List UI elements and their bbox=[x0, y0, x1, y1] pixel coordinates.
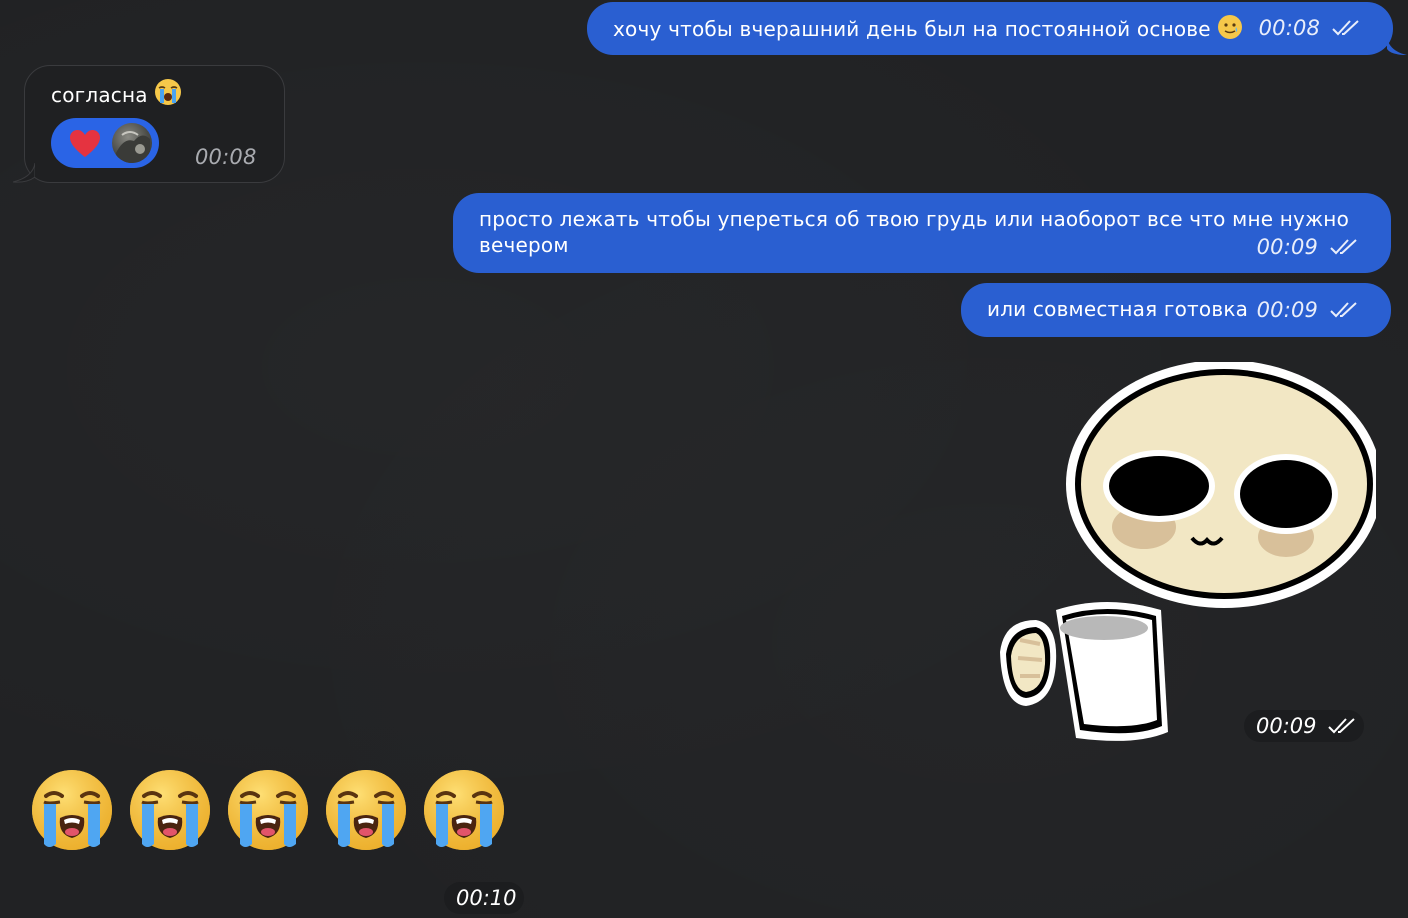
incoming-message[interactable]: согласна 00:08 bbox=[13, 65, 285, 183]
message-time: 00:09 bbox=[1256, 298, 1319, 322]
message-text: просто лежать чтобы упереться об твою гр… bbox=[479, 207, 1350, 257]
pleading-smile-emoji bbox=[1217, 14, 1243, 46]
outgoing-message[interactable]: просто лежать чтобы упереться об твою гр… bbox=[453, 193, 1391, 273]
message-meta: 00:09 bbox=[1257, 234, 1361, 260]
message-time: 00:09 bbox=[1256, 714, 1317, 738]
message-time: 00:08 bbox=[195, 145, 257, 169]
reaction-chip[interactable] bbox=[51, 118, 159, 168]
double-check-icon bbox=[1328, 718, 1355, 734]
emoji-time-badge: 00:10 bbox=[444, 882, 524, 914]
message-meta: 00:08 bbox=[1259, 15, 1363, 41]
loudly-crying-emoji bbox=[30, 768, 114, 852]
message-text: или совместная готовка bbox=[987, 297, 1249, 321]
loudly-crying-emoji bbox=[324, 768, 408, 852]
message-text: хочу чтобы вчерашний день был на постоян… bbox=[613, 14, 1243, 46]
loudly-crying-emoji bbox=[422, 768, 506, 852]
blob-with-mug-sticker[interactable] bbox=[996, 360, 1382, 746]
bubble-tail bbox=[1387, 37, 1407, 55]
outgoing-message[interactable]: хочу чтобы вчерашний день был на постоян… bbox=[587, 2, 1407, 55]
message-meta: 00:09 bbox=[1257, 297, 1361, 323]
message-time: 00:08 bbox=[1258, 16, 1321, 40]
bubble-tail bbox=[13, 163, 35, 183]
sticker-time-badge: 00:09 bbox=[1244, 710, 1364, 742]
loudly-crying-emoji bbox=[226, 768, 310, 852]
loudly-crying-emoji bbox=[154, 78, 182, 112]
message-time: 00:10 bbox=[456, 886, 517, 910]
double-check-icon bbox=[1330, 302, 1357, 318]
double-check-icon bbox=[1330, 239, 1357, 255]
outgoing-message[interactable]: или совместная готовка 00:09 bbox=[961, 283, 1391, 337]
double-check-icon bbox=[1332, 20, 1359, 36]
red-heart-icon bbox=[70, 130, 100, 157]
message-text: согласна bbox=[51, 78, 182, 112]
loudly-crying-emoji bbox=[128, 768, 212, 852]
user-avatar bbox=[112, 123, 152, 163]
message-time: 00:09 bbox=[1256, 235, 1319, 259]
